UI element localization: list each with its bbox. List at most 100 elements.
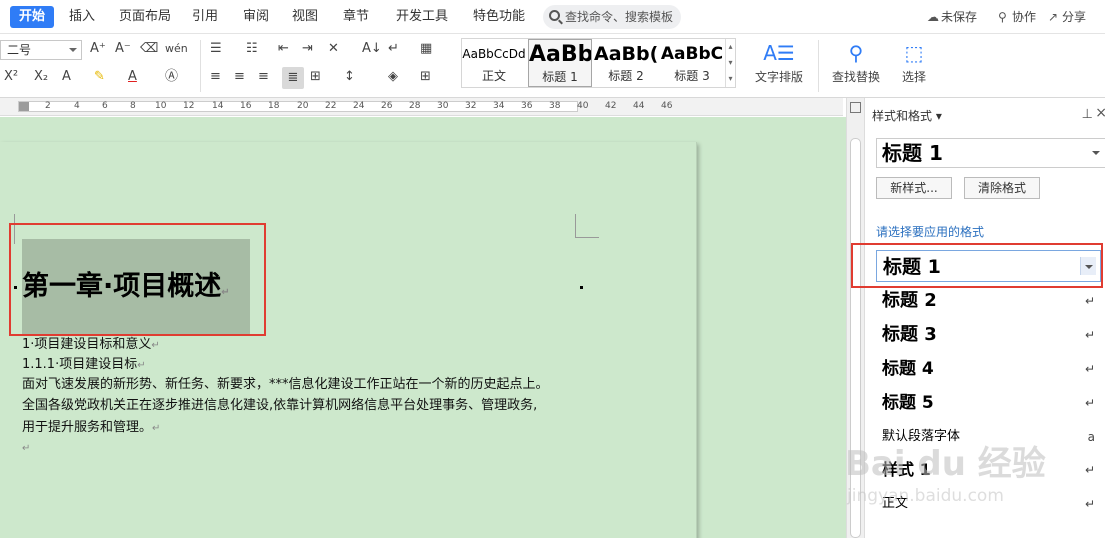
ruler-tick: 22 xyxy=(325,101,337,111)
text-layout-icon: A☰ xyxy=(763,41,795,65)
divider xyxy=(818,40,819,92)
tab-insert[interactable]: 插入 xyxy=(69,6,95,28)
align-right-icon[interactable]: ≡ xyxy=(258,68,269,86)
paragraph-line[interactable]: 1·项目建设目标和意义↵ xyxy=(22,335,160,356)
grow-font-icon[interactable]: A⁺ xyxy=(90,40,106,58)
tab-view[interactable]: 视图 xyxy=(292,6,318,28)
ruler-tick: 10 xyxy=(155,101,167,111)
show-marks-icon[interactable]: ↵ xyxy=(388,40,399,58)
align-left-icon[interactable]: ≡ xyxy=(210,68,221,86)
search-icon xyxy=(549,10,560,21)
style-gallery-heading-2[interactable]: AaBb( 标题 2 xyxy=(594,39,658,87)
paragraph-line[interactable]: 全国各级党政机关正在逐步推进信息化建设,依靠计算机网络信息平台处理事务、管理政务… xyxy=(22,396,537,416)
panel-title[interactable]: 样式和格式 ▾ xyxy=(872,107,942,124)
ruler-tick: 30 xyxy=(437,101,449,111)
close-icon[interactable]: × xyxy=(1095,105,1105,121)
justify-icon[interactable]: ≣ xyxy=(282,67,304,89)
return-icon: ↵ xyxy=(1084,463,1095,477)
tab-page-layout[interactable]: 页面布局 xyxy=(119,6,171,28)
tab-review[interactable]: 审阅 xyxy=(243,6,269,28)
tab-developer[interactable]: 开发工具 xyxy=(396,6,448,28)
chevron-down-icon xyxy=(69,48,77,52)
style-gallery-heading-1[interactable]: AaBb 标题 1 xyxy=(528,39,592,87)
subscript-icon[interactable]: X₂ xyxy=(34,68,48,86)
paragraph-line[interactable]: 面对飞速发展的新形势、新任务、新要求，***信息化建设工作正站在一个新的历史起点… xyxy=(22,375,549,395)
style-item-heading-3[interactable]: 标题 3 ↵ xyxy=(876,319,1101,351)
vertical-scrollbar[interactable] xyxy=(846,98,864,538)
style-gallery-scroll[interactable]: ▴ ▾ ▾ xyxy=(725,39,735,87)
cloud-icon: ☁ xyxy=(927,10,939,24)
horizontal-ruler[interactable]: 2 4 6 8 10 12 14 16 18 20 22 24 26 28 30… xyxy=(0,98,843,116)
style-item-normal[interactable]: 正文 ↵ xyxy=(876,488,1101,520)
ruler-tick: 46 xyxy=(661,101,673,111)
empty-paragraph[interactable]: ↵ xyxy=(22,438,30,459)
line-spacing-icon[interactable]: ↕ xyxy=(344,68,355,86)
phonetic-icon[interactable]: wén xyxy=(165,40,188,58)
ruler-tick: 14 xyxy=(212,101,224,111)
ruler-tick: 8 xyxy=(130,101,136,111)
document-page[interactable]: 第一章·项目概述↵ 1·项目建设目标和意义↵ 1.1.1·项目建设目标↵ 面对飞… xyxy=(0,142,697,538)
shrink-font-icon[interactable]: A⁻ xyxy=(115,40,131,58)
chinese-layout-icon[interactable]: ✕ xyxy=(328,40,339,58)
text-effect-icon[interactable]: A xyxy=(62,68,71,86)
style-item-heading-2[interactable]: 标题 2 ↵ xyxy=(876,285,1101,317)
font-color-icon[interactable]: A xyxy=(128,68,137,86)
panel-toggle-icon[interactable] xyxy=(850,102,861,113)
text-layout-button[interactable]: A☰ 文字排版 xyxy=(748,38,810,85)
tab-references[interactable]: 引用 xyxy=(192,6,218,28)
ribbon-tab-bar: 开始 插入 页面布局 引用 审阅 视图 章节 开发工具 特色功能 查找命令、搜索… xyxy=(0,0,1105,34)
share-button[interactable]: ↗ 分享 xyxy=(1048,8,1086,26)
style-item-default-paragraph-font[interactable]: 默认段落字体 a xyxy=(876,421,1101,453)
ruler-tick: 18 xyxy=(268,101,280,111)
style-item-heading-5[interactable]: 标题 5 ↵ xyxy=(876,387,1101,419)
scrollbar-thumb[interactable] xyxy=(850,138,861,538)
return-icon: ↵ xyxy=(1084,328,1095,342)
style-item-heading-4[interactable]: 标题 4 ↵ xyxy=(876,353,1101,385)
return-icon: ↵ xyxy=(1084,294,1095,308)
paragraph-line[interactable]: 用于提升服务和管理。↵ xyxy=(22,418,160,439)
paragraph-line[interactable]: 1.1.1·项目建设目标↵ xyxy=(22,355,146,376)
return-icon: ↵ xyxy=(1084,497,1095,511)
style-gallery-heading-3[interactable]: AaBbC 标题 3 xyxy=(660,39,724,87)
new-style-button[interactable]: 新样式... xyxy=(876,177,952,199)
unsaved-status[interactable]: ☁ 未保存 xyxy=(927,8,977,26)
sort-icon[interactable]: A↓ xyxy=(362,40,382,58)
char-border-icon[interactable]: Ⓐ xyxy=(165,68,178,86)
ruler-tick: 2 xyxy=(45,101,51,111)
current-style-select[interactable]: 标题 1 xyxy=(876,138,1105,168)
char-style-icon: a xyxy=(1087,430,1095,444)
superscript-icon[interactable]: X² xyxy=(4,68,18,86)
ruler-tick: 6 xyxy=(102,101,108,111)
collaborate-icon: ⚲ xyxy=(998,10,1007,24)
number-list-icon[interactable]: ☷ xyxy=(246,40,258,58)
select-button[interactable]: ⬚ 选择 xyxy=(894,38,934,85)
command-search-box[interactable]: 查找命令、搜索模板 xyxy=(543,5,681,29)
eraser-icon[interactable]: ⌫ xyxy=(140,40,158,58)
highlight-icon[interactable]: ✎ xyxy=(94,68,105,86)
align-center-icon[interactable]: ≡ xyxy=(234,68,245,86)
ruler-tick: 38 xyxy=(549,101,561,111)
ruler-tick: 20 xyxy=(297,101,309,111)
ribbon-toolbar: 二号 A⁺ A⁻ ⌫ wén X² X₂ A ✎ A Ⓐ ☰ ☷ ⇤ ⇥ ✕ A… xyxy=(0,34,1105,98)
tab-special[interactable]: 特色功能 xyxy=(473,6,525,28)
indent-icon[interactable]: ⇥ xyxy=(302,40,313,58)
collab-button[interactable]: ⚲ 协作 xyxy=(998,8,1036,26)
style-item-style-1[interactable]: 样式 1 ↵ xyxy=(876,454,1101,486)
tab-home[interactable]: 开始 xyxy=(10,6,55,28)
table-border-icon[interactable]: ▦ xyxy=(420,40,432,58)
pin-icon[interactable]: ⊥ xyxy=(1082,107,1093,122)
chevron-down-icon xyxy=(1092,151,1100,155)
distributed-align-icon[interactable]: ⊞ xyxy=(310,68,321,86)
style-gallery-normal[interactable]: AaBbCcDd 正文 xyxy=(462,39,526,87)
tab-chapter[interactable]: 章节 xyxy=(343,6,369,28)
find-replace-button[interactable]: ⚲ 查找替换 xyxy=(826,38,886,85)
font-size-select[interactable]: 二号 xyxy=(0,40,82,60)
bullet-list-icon[interactable]: ☰ xyxy=(210,40,222,58)
shading-icon[interactable]: ◈ xyxy=(388,68,398,86)
ruler-tick: 34 xyxy=(493,101,505,111)
outdent-icon[interactable]: ⇤ xyxy=(278,40,289,58)
clear-format-button[interactable]: 清除格式 xyxy=(964,177,1040,199)
border-icon[interactable]: ⊞ xyxy=(420,68,431,86)
ruler-tick: 42 xyxy=(605,101,617,111)
search-placeholder: 查找命令、搜索模板 xyxy=(565,10,674,24)
